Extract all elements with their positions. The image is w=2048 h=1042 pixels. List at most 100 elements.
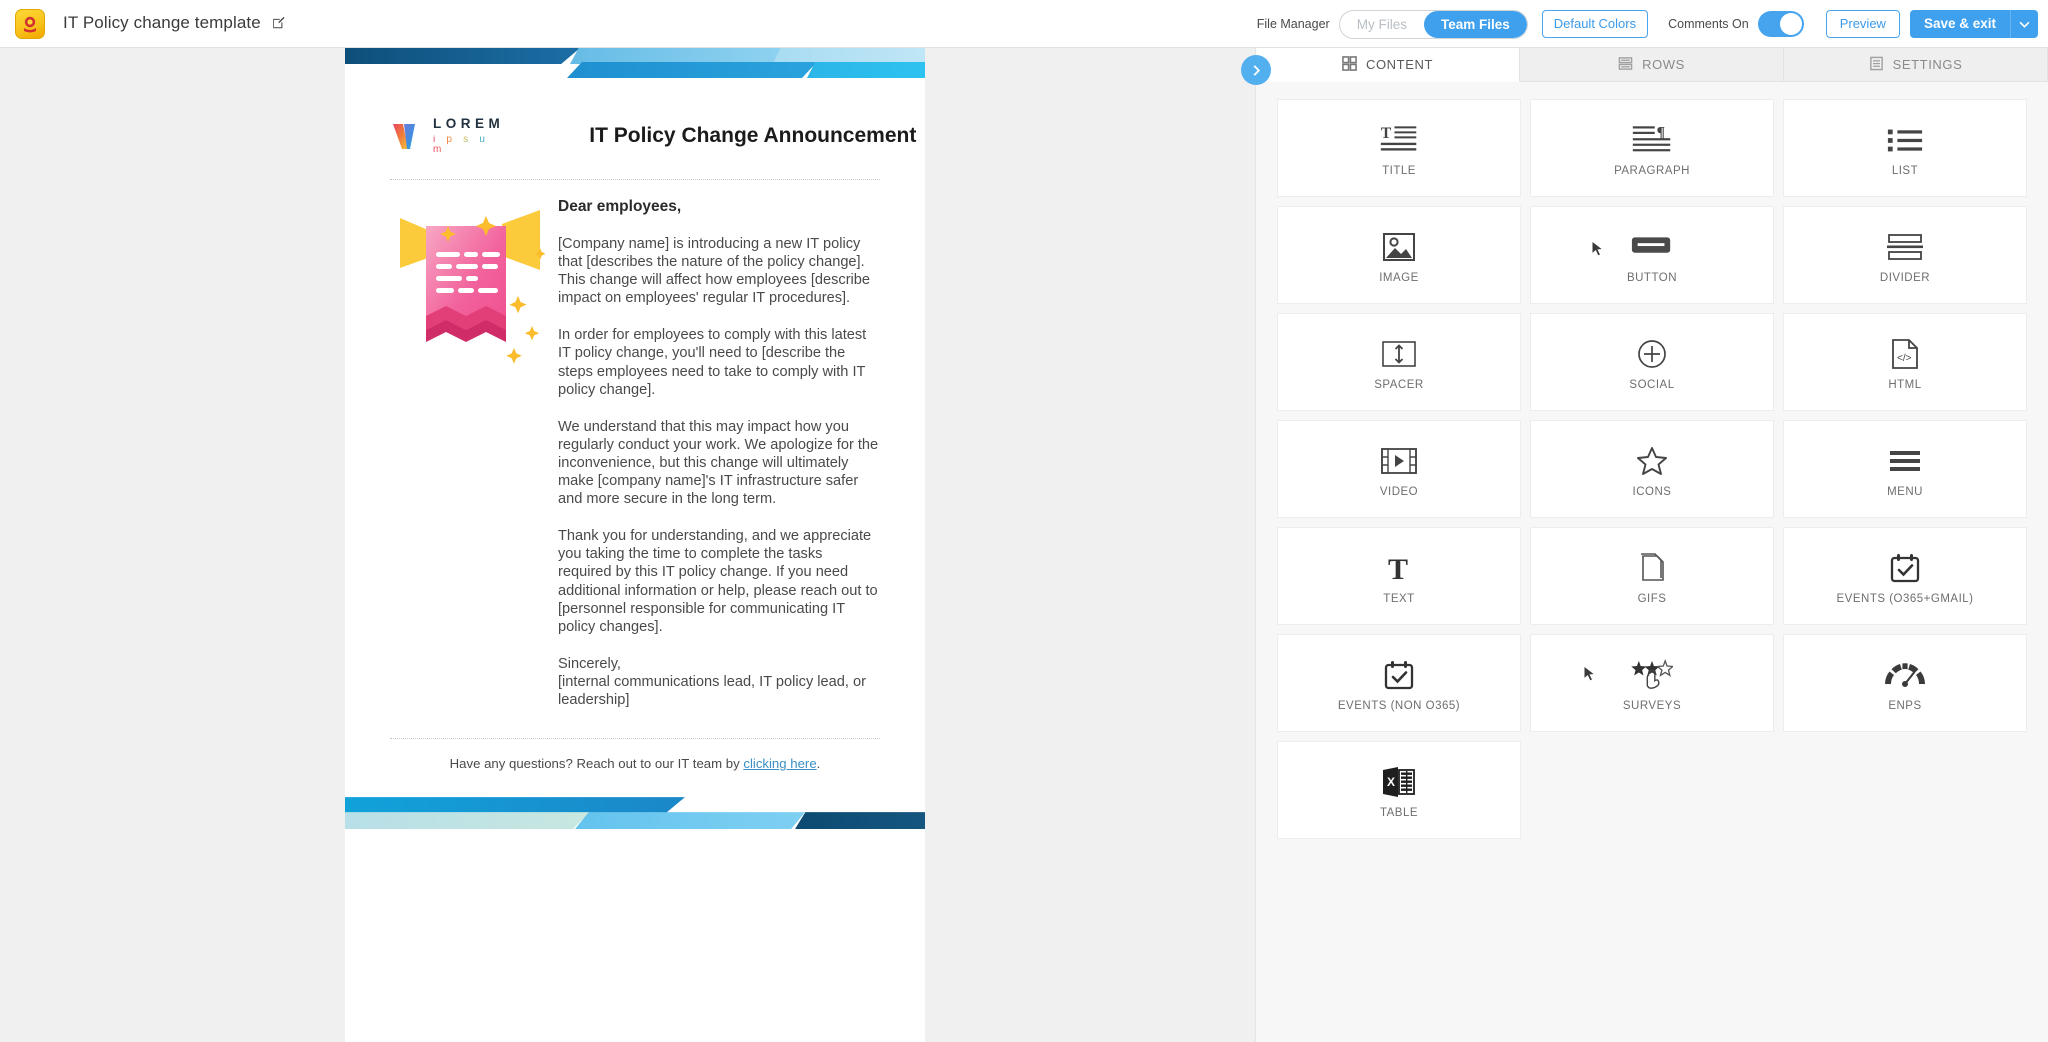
- preview-button[interactable]: Preview: [1825, 10, 1900, 38]
- signoff-text: Sincerely, [internal communications lead…: [558, 655, 866, 708]
- star-rating-icon: [1631, 652, 1673, 698]
- edit-pencil-icon[interactable]: [272, 14, 285, 34]
- svg-text:T: T: [1381, 125, 1392, 142]
- file-source-segmented-control[interactable]: My Files Team Files: [1338, 9, 1528, 39]
- paragraph-1: [Company name] is introducing a new IT p…: [558, 236, 871, 307]
- content-tile-paragraph[interactable]: ¶ PARAGRAPH: [1530, 99, 1774, 197]
- tab-content-label: CONTENT: [1365, 57, 1434, 72]
- document-title: IT Policy change template: [63, 13, 285, 34]
- hamburger-menu-icon: [1888, 438, 1922, 484]
- email-template-canvas[interactable]: LOREM i p s u m IT Policy Change Announc…: [345, 48, 925, 1042]
- settings-list-icon: [1869, 56, 1884, 74]
- video-icon: [1380, 438, 1418, 484]
- content-tile-events-o365-gmail-label: EVENTS (O365+GMAIL): [1836, 593, 1974, 606]
- content-tile-menu[interactable]: MENU: [1783, 420, 2027, 518]
- content-tile-gifs[interactable]: GIFS: [1530, 527, 1774, 625]
- paragraph-4: Thank you for understanding, and we appr…: [558, 528, 878, 635]
- content-tile-spacer-label: SPACER: [1374, 379, 1424, 392]
- email-text-column[interactable]: Dear employees, [Company name] is introd…: [550, 198, 880, 709]
- default-colors-button[interactable]: Default Colors: [1541, 10, 1649, 38]
- file-manager-label: File Manager: [1256, 17, 1330, 31]
- content-tile-image[interactable]: IMAGE: [1277, 206, 1521, 304]
- content-tile-divider[interactable]: DIVIDER: [1783, 206, 2027, 304]
- toolbar-actions: File Manager My Files Team Files Default…: [1257, 0, 2038, 48]
- tab-rows[interactable]: ROWS: [1520, 48, 1784, 82]
- tab-rows-label: ROWS: [1642, 57, 1685, 72]
- content-tile-list[interactable]: LIST: [1783, 99, 2027, 197]
- image-icon: [1382, 224, 1416, 270]
- svg-text:X: X: [1387, 775, 1395, 789]
- content-tile-list-label: LIST: [1891, 165, 1919, 178]
- content-tile-table[interactable]: X TABLE: [1277, 741, 1521, 839]
- svg-text:T: T: [1388, 553, 1408, 584]
- chevron-right-icon[interactable]: [1241, 55, 1271, 85]
- content-tile-social-label: SOCIAL: [1629, 379, 1675, 392]
- save-and-exit-button[interactable]: Save & exit: [1909, 10, 2010, 38]
- document-title-text: IT Policy change template: [63, 13, 261, 32]
- content-tile-video-label: VIDEO: [1379, 486, 1419, 499]
- star-icon: [1636, 438, 1668, 484]
- text-t-icon: T: [1384, 545, 1414, 591]
- content-tile-divider-label: DIVIDER: [1879, 272, 1931, 285]
- right-sidebar-panel: CONTENT ROWS SETTINGS T TITLE ¶ PARAGRAP…: [1241, 48, 2048, 1042]
- editor-canvas-stage: LOREM i p s u m IT Policy Change Announc…: [0, 48, 1255, 1042]
- logo-wordmark: LOREM i p s u m: [433, 117, 504, 155]
- content-tile-paragraph-label: PARAGRAPH: [1614, 165, 1690, 178]
- content-tile-button[interactable]: BUTTON: [1530, 206, 1774, 304]
- paragraph-2: In order for employees to comply with th…: [558, 327, 867, 398]
- content-tile-surveys-label: SURVEYS: [1622, 700, 1682, 713]
- footer-prefix-text: Have any questions? Reach out to our IT …: [449, 756, 744, 772]
- title-icon: T: [1379, 117, 1419, 163]
- content-tile-html[interactable]: </> HTML: [1783, 313, 2027, 411]
- content-tile-enps[interactable]: ENPS: [1783, 634, 2027, 732]
- content-tile-gifs-label: GIFS: [1637, 593, 1667, 606]
- content-blocks-grid: T TITLE ¶ PARAGRAPH LIST IMAGE BUTTON DI…: [1256, 82, 2048, 856]
- tab-team-files[interactable]: Team Files: [1423, 10, 1527, 38]
- content-tile-title[interactable]: T TITLE: [1277, 99, 1521, 197]
- content-tile-image-label: IMAGE: [1379, 272, 1419, 285]
- content-tile-events-non-o365-label: EVENTS (NON O365): [1337, 700, 1461, 713]
- clicking-here-link[interactable]: clicking here: [743, 756, 816, 771]
- social-plus-icon: [1637, 331, 1667, 377]
- toggle-knob: [1779, 13, 1802, 35]
- content-tile-html-label: HTML: [1888, 379, 1922, 392]
- app-badge-icon[interactable]: [15, 8, 45, 39]
- footer-suffix-text: .: [816, 756, 821, 772]
- excel-table-icon: X: [1381, 759, 1417, 805]
- calendar-check-icon: [1889, 545, 1921, 591]
- button-icon: [1630, 224, 1674, 270]
- announcement-megaphone-illustration[interactable]: [390, 198, 550, 709]
- content-tile-events-non-o365[interactable]: EVENTS (NON O365): [1277, 634, 1521, 732]
- content-tile-table-label: TABLE: [1379, 807, 1419, 820]
- divider-icon: [1886, 224, 1924, 270]
- content-tile-text[interactable]: T TEXT: [1277, 527, 1521, 625]
- email-title[interactable]: IT Policy Change Announcement: [589, 124, 916, 148]
- email-header-row[interactable]: LOREM i p s u m IT Policy Change Announc…: [345, 81, 925, 161]
- comments-label: Comments On: [1668, 17, 1749, 31]
- content-tile-surveys[interactable]: SURVEYS: [1530, 634, 1774, 732]
- panel-tab-bar: CONTENT ROWS SETTINGS: [1256, 48, 2048, 82]
- comments-toggle[interactable]: [1757, 11, 1804, 37]
- content-tile-title-label: TITLE: [1382, 165, 1416, 178]
- content-tile-spacer[interactable]: SPACER: [1277, 313, 1521, 411]
- content-tile-icons[interactable]: ICONS: [1530, 420, 1774, 518]
- gauge-icon: [1883, 652, 1927, 698]
- calendar-check-icon: [1383, 652, 1415, 698]
- spacer-icon: [1381, 331, 1417, 377]
- top-toolbar: IT Policy change template File Manager M…: [0, 0, 2048, 48]
- rows-icon: [1618, 56, 1633, 74]
- chevron-down-icon[interactable]: [2010, 10, 2038, 38]
- tab-settings[interactable]: SETTINGS: [1784, 48, 2048, 82]
- content-tile-events-o365-gmail[interactable]: EVENTS (O365+GMAIL): [1783, 527, 2027, 625]
- content-tile-social[interactable]: SOCIAL: [1530, 313, 1774, 411]
- paragraph-icon: ¶: [1631, 117, 1673, 163]
- tab-content[interactable]: CONTENT: [1256, 48, 1520, 82]
- tab-my-files[interactable]: My Files: [1340, 11, 1424, 38]
- tab-settings-label: SETTINGS: [1892, 57, 1963, 72]
- content-tile-text-label: TEXT: [1383, 593, 1415, 606]
- content-tile-menu-label: MENU: [1887, 486, 1923, 499]
- html-code-icon: </>: [1891, 331, 1919, 377]
- content-tile-button-label: BUTTON: [1626, 272, 1678, 285]
- content-tile-video[interactable]: VIDEO: [1277, 420, 1521, 518]
- gifs-page-icon: [1638, 545, 1666, 591]
